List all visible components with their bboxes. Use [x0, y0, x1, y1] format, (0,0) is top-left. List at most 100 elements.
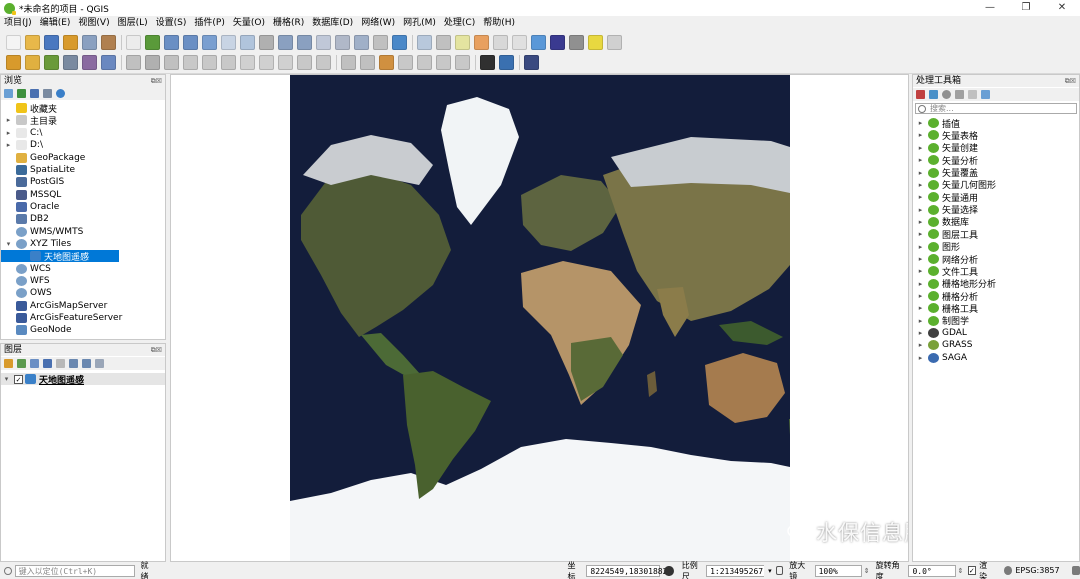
paste-icon[interactable] [278, 55, 293, 70]
toolbox-group[interactable]: ▸ 矢量选择 [913, 203, 1079, 216]
expand-arrow-icon[interactable]: ▸ [915, 230, 926, 238]
browser-item[interactable]: ▾ XYZ Tiles [1, 238, 165, 250]
change-label-icon[interactable] [436, 55, 451, 70]
toolbox-group[interactable]: ▸ 插值 [913, 117, 1079, 130]
magnifier-spinbox[interactable]: 100% [814, 564, 862, 577]
browser-item[interactable]: GeoPackage [1, 151, 165, 163]
info-icon[interactable] [56, 89, 65, 98]
toolbox-group[interactable]: ▸ 矢量覆盖 [913, 166, 1079, 179]
open-project-icon[interactable] [25, 34, 40, 50]
expand-arrow-icon[interactable]: ▸ [915, 181, 926, 189]
browser-item[interactable]: WCS [1, 263, 165, 275]
new-temp-layer-icon[interactable] [82, 55, 97, 70]
browser-item[interactable]: GeoNode [1, 324, 165, 336]
history-icon[interactable] [942, 90, 951, 99]
deselect-icon[interactable] [474, 34, 489, 50]
label-tool-icon[interactable] [341, 55, 356, 70]
toolbox-group[interactable]: ▸ 网络分析 [913, 253, 1079, 266]
expand-arrow-icon[interactable]: ▸ [915, 280, 926, 288]
save-as-icon[interactable] [63, 34, 78, 50]
menu-item[interactable]: 设置(S) [156, 16, 187, 30]
toggle-editing-icon[interactable] [145, 55, 160, 70]
menu-item[interactable]: 栅格(R) [273, 16, 304, 30]
pan-to-selection-icon[interactable] [145, 34, 160, 50]
new-virtual-layer-icon[interactable] [101, 55, 116, 70]
browser-item[interactable]: ▸ C:\ [1, 127, 165, 139]
browser-item[interactable]: ArcGisMapServer [1, 300, 165, 312]
bookmark-icon[interactable] [373, 34, 388, 50]
zoom-full-icon[interactable] [202, 34, 217, 50]
toggle-extent-icon[interactable] [664, 565, 674, 576]
statistics-icon[interactable] [512, 34, 527, 50]
zoom-next-icon[interactable] [297, 34, 312, 50]
add-selected-icon[interactable] [4, 89, 13, 98]
new-map-view-icon[interactable] [316, 34, 331, 50]
filter-legend-icon[interactable] [43, 359, 52, 368]
expand-arrow-icon[interactable]: ▸ [915, 218, 926, 226]
browser-item[interactable]: WMS/WMTS [1, 226, 165, 238]
filter-icon[interactable] [30, 89, 39, 98]
sigma-icon[interactable] [550, 34, 565, 50]
toolbox-group[interactable]: ▸ 图形 [913, 241, 1079, 253]
chevron-down-icon[interactable]: ▾ [768, 567, 772, 575]
delete-selected-icon[interactable] [221, 55, 236, 70]
maximize-button[interactable]: ❐ [1008, 0, 1044, 16]
edit-features-in-place-icon[interactable] [968, 90, 977, 99]
pin-labels-icon[interactable] [360, 55, 375, 70]
menu-item[interactable]: 网络(W) [361, 16, 395, 30]
browser-item[interactable]: OWS [1, 287, 165, 299]
crs-label[interactable]: EPSG:3857 [1015, 566, 1059, 575]
toolbox-group[interactable]: ▸ 矢量表格 [913, 129, 1079, 142]
temporal-controller-icon[interactable] [354, 34, 369, 50]
collapse-arrow-icon[interactable]: ▾ [1, 375, 12, 383]
remove-layer-icon[interactable] [95, 359, 104, 368]
toolbox-group[interactable]: ▸ 矢量通用 [913, 191, 1079, 204]
collapse-arrow-icon[interactable]: ▾ [3, 240, 14, 248]
expand-arrow-icon[interactable]: ▸ [915, 304, 926, 312]
expand-arrow-icon[interactable]: ▸ [915, 119, 926, 127]
toolbox-group[interactable]: ▸ SAGA [913, 352, 1079, 364]
expand-all-icon[interactable] [69, 359, 78, 368]
toolbox-group[interactable]: ▸ 栅格地形分析 [913, 278, 1079, 290]
cut-icon[interactable] [240, 55, 255, 70]
expand-arrow-icon[interactable]: ▸ [915, 292, 926, 300]
highlight-labels-icon[interactable] [379, 55, 394, 70]
new-spatialite-icon[interactable] [63, 55, 78, 70]
layer-visibility-checkbox[interactable]: ✓ [14, 374, 23, 384]
render-checkbox[interactable]: ✓ [967, 566, 977, 575]
filter-expression-icon[interactable] [56, 359, 65, 368]
expand-arrow-icon[interactable]: ▸ [915, 169, 926, 177]
undo-icon[interactable] [297, 55, 312, 70]
panel-float-close-icon[interactable]: ⧉☒ [151, 344, 162, 356]
toolbox-group[interactable]: ▸ 矢量分析 [913, 154, 1079, 167]
map-canvas[interactable]: 水保信息服务平台 [170, 74, 909, 562]
map-tips-icon[interactable] [588, 34, 603, 50]
toolbox-group[interactable]: ▸ 制图学 [913, 315, 1079, 327]
layout-icon[interactable] [82, 34, 97, 50]
messages-icon[interactable] [1071, 566, 1080, 575]
expand-arrow-icon[interactable]: ▸ [915, 354, 926, 362]
menu-item[interactable]: 插件(P) [194, 16, 224, 30]
browser-item[interactable]: WFS [1, 275, 165, 287]
results-viewer-icon[interactable] [955, 90, 964, 99]
new-shapefile-icon[interactable] [44, 55, 59, 70]
menu-item[interactable]: 帮助(H) [483, 16, 515, 30]
expand-arrow-icon[interactable]: ▸ [915, 131, 926, 139]
expand-arrow-icon[interactable]: ▸ [915, 317, 926, 325]
action-icon[interactable] [436, 34, 451, 50]
panel-float-close-icon[interactable]: ⧉☒ [151, 75, 162, 87]
new-project-icon[interactable] [6, 34, 21, 50]
style-manager-icon[interactable] [101, 34, 116, 50]
redo-icon[interactable] [316, 55, 331, 70]
zoom-native-icon[interactable] [259, 34, 274, 50]
toolbox-group[interactable]: ▸ 图层工具 [913, 228, 1079, 241]
new-3d-view-icon[interactable] [335, 34, 350, 50]
select-icon[interactable] [455, 34, 470, 50]
save-edits-icon[interactable] [164, 55, 179, 70]
digitize-icon[interactable] [183, 55, 198, 70]
toolbox-group[interactable]: ▸ GDAL [913, 327, 1079, 339]
expand-arrow-icon[interactable]: ▸ [915, 329, 926, 337]
toolbox-group[interactable]: ▸ 矢量创建 [913, 142, 1079, 154]
move-label-icon[interactable] [398, 55, 413, 70]
menu-item[interactable]: 项目(J) [4, 16, 32, 30]
